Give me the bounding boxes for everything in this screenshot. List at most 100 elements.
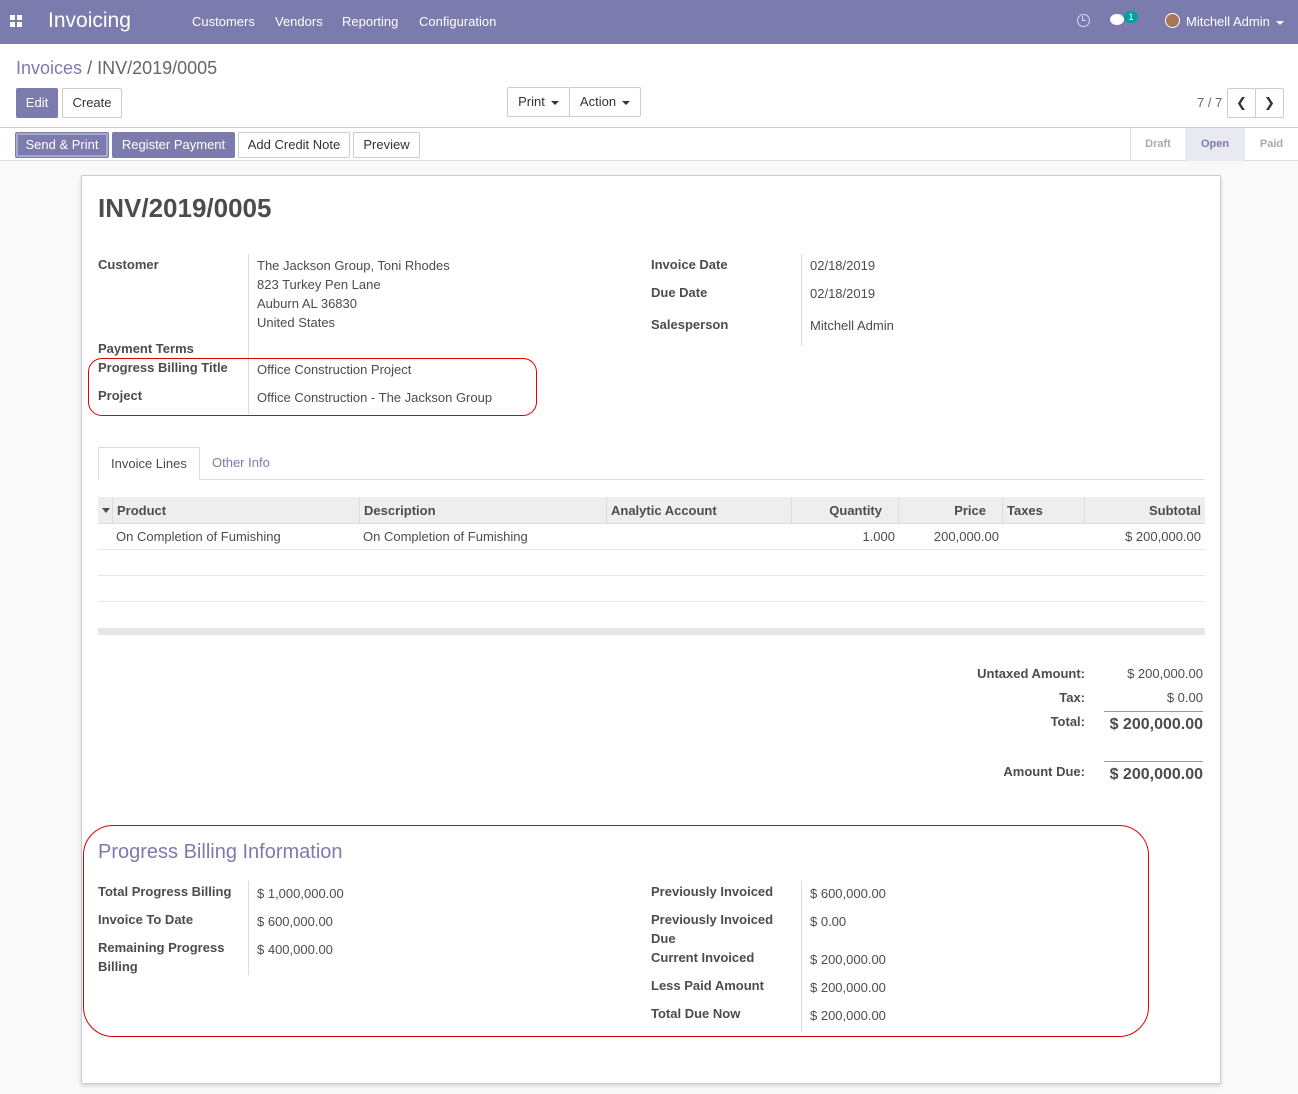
column-subtotal[interactable]: Subtotal [1084, 497, 1205, 524]
row-description: On Completion of Fumishing [363, 529, 528, 544]
edit-button[interactable]: Edit [16, 88, 58, 118]
chevron-down-icon [550, 100, 559, 105]
sort-caret-icon[interactable] [102, 508, 110, 513]
previously-invoiced-due-label: Previously Invoiced Due [651, 912, 774, 946]
invoice-lines-header: Product Description Analytic Account Qua… [98, 497, 1205, 524]
column-analytic-account[interactable]: Analytic Account [606, 497, 791, 524]
less-paid-amount-value: $ 200,000.00 [810, 980, 886, 995]
menu-reporting[interactable]: Reporting [342, 14, 398, 29]
breadcrumb: Invoices / INV/2019/0005 [16, 58, 217, 79]
breadcrumb-separator: / [87, 58, 93, 78]
highlight-box-project [88, 358, 537, 416]
field-divider [801, 254, 802, 346]
menu-vendors[interactable]: Vendors [275, 14, 323, 29]
tax-value: $ 0.00 [1166, 690, 1203, 705]
user-name: Mitchell Admin [1186, 14, 1270, 29]
column-taxes[interactable]: Taxes [1002, 497, 1084, 524]
total-due-now-label: Total Due Now [651, 1006, 741, 1021]
untaxed-amount-label: Untaxed Amount: [977, 666, 1085, 681]
customer-line-2[interactable]: 823 Turkey Pen Lane [257, 275, 381, 294]
customer-line-1[interactable]: The Jackson Group, Toni Rhodes [257, 256, 450, 275]
app-title: Invoicing [48, 9, 131, 32]
user-menu[interactable]: Mitchell Admin [1186, 14, 1284, 29]
preview-button[interactable]: Preview [353, 132, 420, 158]
tax-label: Tax: [1059, 690, 1085, 705]
chat-bubble-icon[interactable] [1110, 14, 1124, 25]
remaining-progress-billing-value: $ 400,000.00 [257, 942, 333, 957]
invoice-to-date-value: $ 600,000.00 [257, 914, 333, 929]
column-product[interactable]: Product [112, 497, 359, 524]
chevron-right-icon: ❯ [1264, 95, 1275, 110]
stage-draft[interactable]: Draft [1130, 128, 1185, 161]
breadcrumb-invoices-link[interactable]: Invoices [16, 58, 82, 78]
total-value: $ 200,000.00 [1104, 711, 1203, 734]
current-invoiced-label: Current Invoiced [651, 950, 755, 965]
total-due-now-value: $ 200,000.00 [810, 1008, 886, 1023]
row-subtotal: $ 200,000.00 [1125, 529, 1201, 544]
apps-menu-icon[interactable] [10, 15, 23, 28]
chevron-down-icon [1275, 20, 1284, 25]
empty-row [98, 576, 1205, 602]
invoice-date-value: 02/18/2019 [810, 258, 876, 273]
invoice-number-title: INV/2019/0005 [98, 193, 272, 223]
previously-invoiced-due-value: $ 0.00 [810, 914, 847, 929]
customer-line-3[interactable]: Auburn AL 36830 [257, 294, 357, 313]
control-panel: Invoices / INV/2019/0005 Edit Create Pri… [0, 44, 1298, 128]
form-statusbar: Send & Print Register Payment Add Credit… [0, 128, 1298, 161]
tab-invoice-lines[interactable]: Invoice Lines [98, 447, 200, 480]
breadcrumb-current: INV/2019/0005 [97, 58, 218, 78]
table-row[interactable]: On Completion of Fumishing On Completion… [98, 524, 1205, 550]
invoice-date-label: Invoice Date [651, 257, 728, 272]
field-divider [801, 881, 802, 1033]
total-progress-billing-value: $ 1,000,000.00 [257, 886, 344, 901]
current-invoiced-value: $ 200,000.00 [810, 952, 886, 967]
remaining-progress-billing-label: Remaining Progress Billing [98, 940, 225, 974]
menu-customers[interactable]: Customers [192, 14, 255, 29]
salesperson-link[interactable]: Mitchell Admin [810, 316, 894, 335]
payment-terms-label: Payment Terms [98, 341, 194, 356]
activity-clock-icon[interactable] [1077, 14, 1090, 27]
progress-billing-heading: Progress Billing Information [98, 841, 343, 863]
amount-due-value: $ 200,000.00 [1104, 761, 1203, 784]
chat-count-badge: 1 [1124, 11, 1138, 23]
chevron-left-icon: ❮ [1236, 95, 1247, 110]
total-progress-billing-label: Total Progress Billing [98, 884, 232, 899]
untaxed-amount-value: $ 200,000.00 [1127, 666, 1203, 681]
pager-previous-button[interactable]: ❮ [1227, 88, 1256, 118]
print-label: Print [518, 94, 545, 109]
action-dropdown[interactable]: Action [569, 87, 641, 117]
column-quantity[interactable]: Quantity [791, 497, 898, 524]
stage-paid[interactable]: Paid [1245, 128, 1298, 161]
amount-due-label: Amount Due: [1003, 764, 1085, 779]
salesperson-label: Salesperson [651, 317, 729, 332]
previously-invoiced-label: Previously Invoiced [651, 884, 774, 899]
column-description[interactable]: Description [359, 497, 606, 524]
stage-open[interactable]: Open [1185, 128, 1245, 161]
total-label: Total: [1050, 714, 1085, 729]
top-navbar: Invoicing Customers Vendors Reporting Co… [0, 0, 1298, 44]
action-label: Action [579, 94, 617, 109]
register-payment-button[interactable]: Register Payment [112, 132, 235, 158]
due-date-value: 02/18/2019 [810, 286, 876, 301]
less-paid-amount-label: Less Paid Amount [651, 978, 764, 993]
empty-row [98, 550, 1205, 576]
field-divider [248, 881, 249, 975]
row-product: On Completion of Fumishing [116, 529, 281, 544]
tab-other-info[interactable]: Other Info [200, 447, 282, 480]
send-print-button[interactable]: Send & Print [15, 132, 109, 158]
customer-line-4[interactable]: United States [257, 313, 335, 332]
user-avatar[interactable] [1165, 13, 1180, 28]
print-dropdown[interactable]: Print [507, 87, 570, 117]
row-price: 200,000.00 [933, 529, 999, 544]
chevron-down-icon [622, 100, 631, 105]
customer-label: Customer [98, 257, 159, 272]
previously-invoiced-value: $ 600,000.00 [810, 886, 886, 901]
notebook-tabs: Invoice Lines Other Info [98, 447, 1205, 480]
column-price[interactable]: Price [898, 497, 1002, 524]
add-credit-note-button[interactable]: Add Credit Note [238, 132, 350, 158]
pager-next-button[interactable]: ❯ [1255, 88, 1284, 118]
menu-configuration[interactable]: Configuration [419, 14, 496, 29]
create-button[interactable]: Create [62, 88, 122, 118]
invoice-to-date-label: Invoice To Date [98, 912, 194, 927]
due-date-label: Due Date [651, 285, 708, 300]
